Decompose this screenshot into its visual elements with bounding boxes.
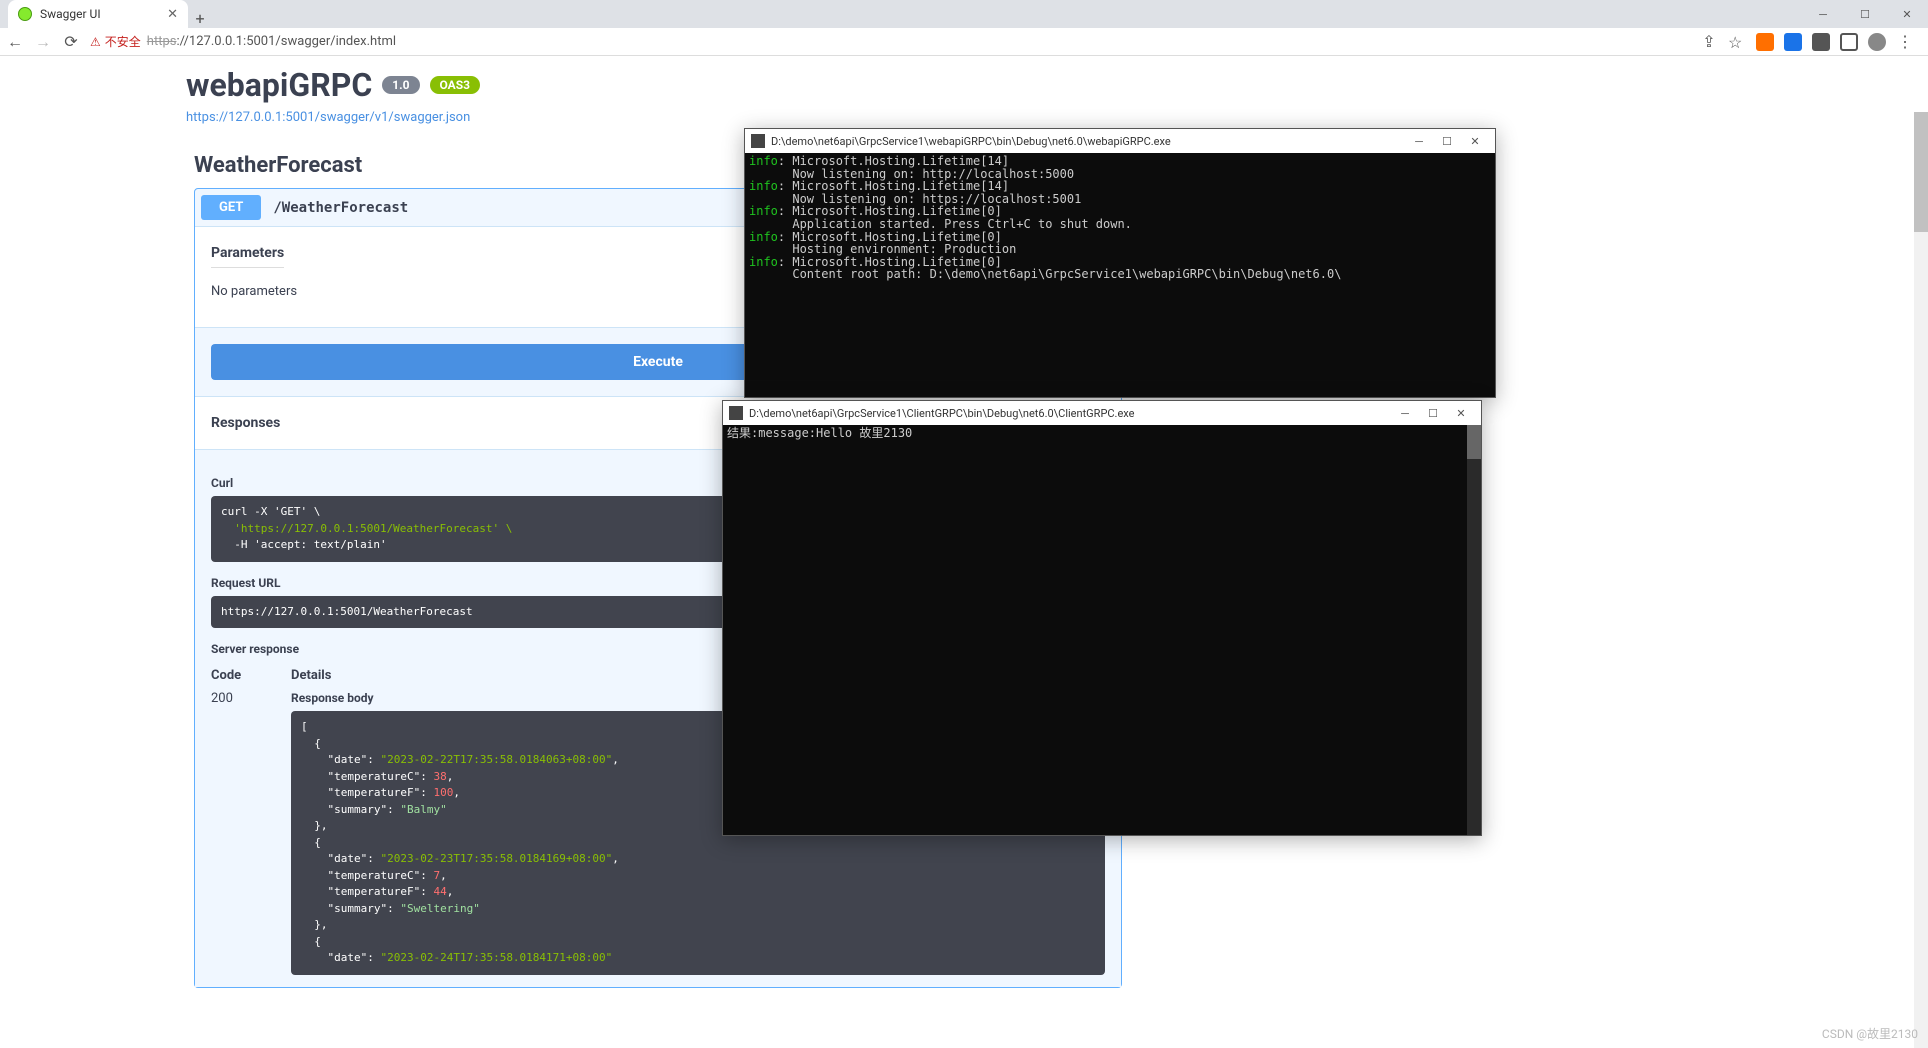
os-close-icon[interactable]: ✕ [1886, 0, 1928, 28]
address-bar: ← → ⟳ ⚠ 不安全 https://127.0.0.1:5001/swagg… [0, 28, 1928, 56]
csdn-watermark: CSDN @故里2130 [1822, 1025, 1918, 1042]
console2-close-icon[interactable]: ✕ [1447, 407, 1475, 420]
new-tab-button[interactable]: + [188, 9, 212, 28]
console2-scrollbar[interactable] [1467, 425, 1481, 835]
forward-icon[interactable]: → [34, 33, 52, 51]
console1-titlebar[interactable]: D:\demo\net6api\GrpcService1\webapiGRPC\… [745, 129, 1495, 153]
api-title: webapiGRPC [186, 66, 372, 104]
console2-maximize-icon[interactable]: ☐ [1419, 407, 1447, 420]
swagger-favicon-icon [18, 7, 32, 21]
tab-bar: Swagger UI ✕ + [0, 0, 1928, 28]
console-icon [751, 134, 765, 148]
browser-tab[interactable]: Swagger UI ✕ [8, 0, 188, 28]
share-icon[interactable]: ⇪ [1700, 33, 1718, 51]
details-col-header: Details [291, 668, 331, 683]
profile-avatar-icon[interactable] [1868, 33, 1886, 51]
console2-title: D:\demo\net6api\GrpcService1\ClientGRPC\… [749, 407, 1385, 420]
os-maximize-icon[interactable]: ☐ [1844, 0, 1886, 28]
extensions-icon[interactable] [1812, 33, 1830, 51]
responses-heading: Responses [211, 409, 280, 437]
http-method-badge: GET [201, 195, 261, 220]
tab-title: Swagger UI [40, 7, 101, 21]
ext1-icon[interactable] [1756, 33, 1774, 51]
swagger-json-link[interactable]: https://127.0.0.1:5001/swagger/v1/swagge… [186, 110, 470, 125]
back-icon[interactable]: ← [6, 33, 24, 51]
ext2-icon[interactable] [1784, 33, 1802, 51]
os-window-controls: ─ ☐ ✕ [1802, 0, 1928, 28]
not-secure-warning[interactable]: ⚠ 不安全 [90, 33, 141, 50]
url-box[interactable]: ⚠ 不安全 https://127.0.0.1:5001/swagger/ind… [90, 33, 1690, 50]
oas-badge: OAS3 [430, 76, 481, 94]
console1-output[interactable]: info: Microsoft.Hosting.Lifetime[14] Now… [745, 153, 1495, 283]
console2-output[interactable]: 结果:message:Hello 故里2130 [723, 425, 1481, 442]
version-badge: 1.0 [382, 76, 419, 94]
parameters-heading: Parameters [211, 239, 284, 268]
browser-chrome: Swagger UI ✕ + ← → ⟳ ⚠ 不安全 https://127.0… [0, 0, 1928, 56]
reload-icon[interactable]: ⟳ [62, 33, 80, 51]
console1-title: D:\demo\net6api\GrpcService1\webapiGRPC\… [771, 135, 1399, 148]
console1-minimize-icon[interactable]: ─ [1405, 135, 1433, 148]
console1-maximize-icon[interactable]: ☐ [1433, 135, 1461, 148]
warning-icon: ⚠ [90, 35, 101, 49]
console1-close-icon[interactable]: ✕ [1461, 135, 1489, 148]
kebab-menu-icon[interactable]: ⋮ [1896, 32, 1914, 51]
console-window-client: D:\demo\net6api\GrpcService1\ClientGRPC\… [722, 400, 1482, 836]
console2-titlebar[interactable]: D:\demo\net6api\GrpcService1\ClientGRPC\… [723, 401, 1481, 425]
status-code: 200 [211, 691, 251, 975]
bookmark-star-icon[interactable]: ☆ [1728, 33, 1746, 51]
os-minimize-icon[interactable]: ─ [1802, 0, 1844, 28]
console-icon [729, 406, 743, 420]
console2-minimize-icon[interactable]: ─ [1391, 407, 1419, 420]
page-scrollbar[interactable] [1914, 112, 1928, 1048]
code-col-header: Code [211, 668, 251, 683]
tab-close-icon[interactable]: ✕ [167, 7, 178, 22]
url-text: https://127.0.0.1:5001/swagger/index.htm… [147, 34, 396, 49]
browser-right-icons: ⇪ ☆ ⋮ [1700, 32, 1922, 51]
console-window-server: D:\demo\net6api\GrpcService1\webapiGRPC\… [744, 128, 1496, 398]
sidepanel-icon[interactable] [1840, 33, 1858, 51]
operation-path: /WeatherForecast [273, 200, 408, 216]
